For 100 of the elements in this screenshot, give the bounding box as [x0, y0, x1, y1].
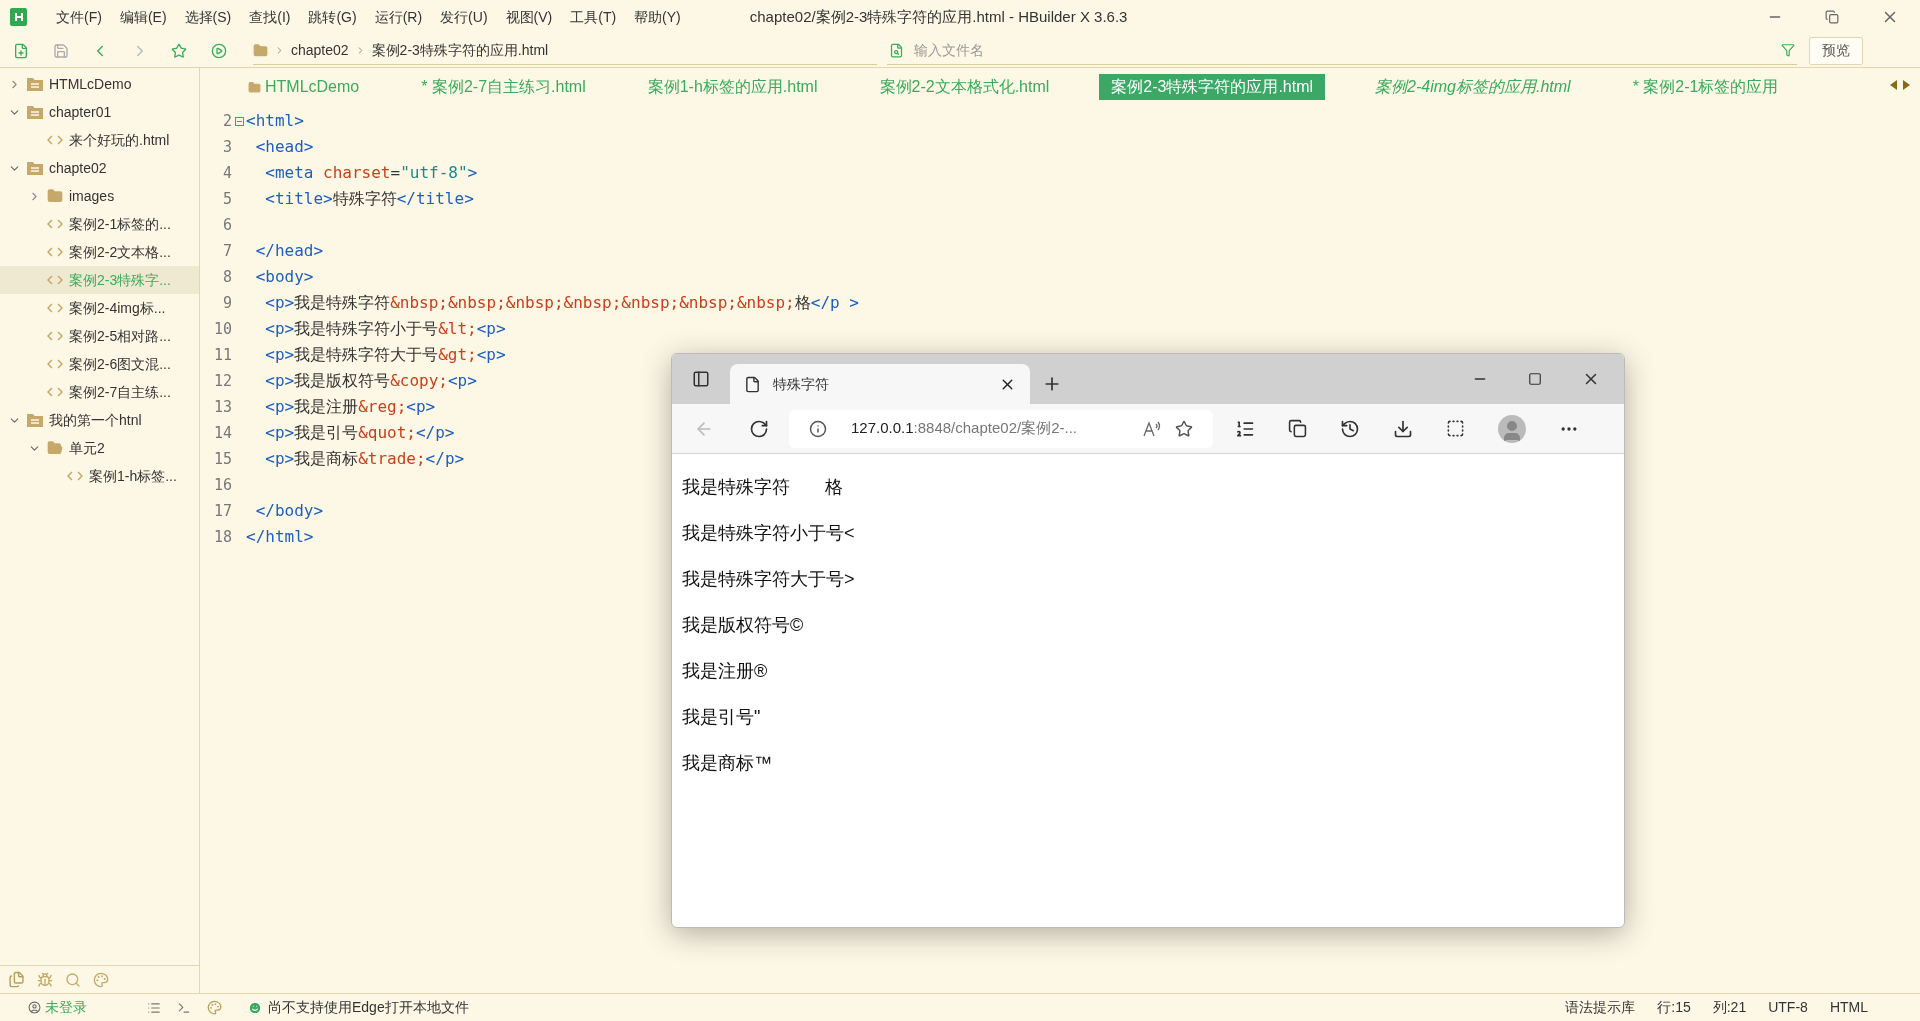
- status-item[interactable]: 语法提示库: [1565, 997, 1636, 1018]
- scroll-left-icon[interactable]: [1890, 80, 1897, 90]
- code-line: </head>: [254, 240, 324, 262]
- line-number: 6: [221, 214, 232, 236]
- page-paragraph: 我是特殊字符小于号<: [682, 522, 856, 545]
- menu-item[interactable]: 跳转(G): [299, 6, 366, 28]
- line-number: 8: [221, 266, 232, 288]
- terminal-icon[interactable]: [177, 1000, 191, 1015]
- line-number: 15: [212, 448, 232, 470]
- code-line: </body>: [254, 500, 324, 522]
- line-number: 17: [212, 500, 232, 522]
- menu-item[interactable]: 视图(V): [496, 6, 562, 28]
- status-item[interactable]: 列:21: [1712, 997, 1747, 1018]
- browser-tab[interactable]: 特殊字符: [730, 364, 1030, 404]
- outline-icon[interactable]: [147, 1000, 161, 1015]
- palette-icon[interactable]: [207, 1000, 222, 1015]
- tree-item[interactable]: 案例2-1标签的...: [0, 210, 199, 238]
- run-icon[interactable]: [211, 42, 227, 59]
- page-paragraph: 我是版权符号©: [682, 614, 805, 637]
- app-logo-icon: [10, 8, 27, 26]
- history-icon[interactable]: [1340, 418, 1360, 439]
- window-title: chapte02/案例2-3特殊字符的应用.html - HBuilder X 3.6.3: [749, 6, 1128, 27]
- page-paragraph: 我是特殊字符 格: [682, 476, 844, 499]
- add-favorite-icon[interactable]: [1175, 419, 1193, 438]
- menu-item[interactable]: 运行(R): [365, 6, 432, 28]
- new-file-icon[interactable]: [13, 42, 29, 59]
- page-paragraph: 我是引号": [682, 706, 762, 729]
- line-number: 7: [221, 240, 232, 262]
- project-icon: [27, 77, 43, 91]
- menu-item[interactable]: 文件(F): [47, 6, 111, 28]
- palette-icon[interactable]: [93, 971, 109, 988]
- menu-item[interactable]: 工具(T): [561, 6, 626, 28]
- tree-item[interactable]: chapte02: [0, 154, 199, 182]
- files-icon[interactable]: [8, 971, 25, 988]
- tree-item[interactable]: 单元2: [0, 434, 199, 462]
- preview-button[interactable]: 预览: [1809, 36, 1863, 65]
- restore-icon[interactable]: [1825, 10, 1839, 24]
- line-number: 9: [221, 292, 232, 314]
- maximize-icon[interactable]: [1528, 372, 1542, 386]
- page-paragraph: 我是特殊字符大于号>: [682, 568, 856, 591]
- status-item[interactable]: UTF-8: [1768, 997, 1808, 1018]
- file-search-field[interactable]: 输入文件名: [914, 39, 1771, 61]
- fold-icon[interactable]: [234, 116, 244, 126]
- page-icon: [744, 375, 761, 393]
- tree-item[interactable]: 案例2-5相对路...: [0, 322, 199, 350]
- code-line: <head>: [254, 136, 314, 158]
- code-file-icon: [47, 359, 63, 369]
- code-line: <p>我是引号&quot;</p>: [264, 422, 455, 444]
- tree-item[interactable]: 来个好玩的.html: [0, 126, 199, 154]
- project-icon: [27, 105, 43, 119]
- tree-item[interactable]: images: [0, 182, 199, 210]
- code-file-icon: [47, 387, 63, 397]
- line-number: 4: [221, 162, 232, 184]
- smile-icon: [248, 1000, 262, 1015]
- tree-item[interactable]: 我的第一个htnl: [0, 406, 199, 434]
- screenshot-icon[interactable]: [1446, 419, 1465, 438]
- line-number: 10: [212, 318, 232, 340]
- tree-item[interactable]: 案例2-6图文混...: [0, 350, 199, 378]
- folder-icon: [47, 188, 63, 204]
- folder-icon: [253, 42, 268, 58]
- file-search-icon: [889, 42, 904, 58]
- menu-item[interactable]: 选择(S): [175, 6, 241, 28]
- project-icon: [27, 161, 43, 175]
- tree-item[interactable]: 案例2-7自主练...: [0, 378, 199, 406]
- menu-item[interactable]: 发行(U): [431, 6, 497, 28]
- tree-item[interactable]: 案例1-h标签...: [0, 462, 199, 490]
- tree-item[interactable]: HTMLcDemo: [0, 70, 199, 98]
- menu-item[interactable]: 编辑(E): [110, 6, 176, 28]
- menu-item[interactable]: 查找(I): [240, 6, 300, 28]
- status-item[interactable]: HTML: [1829, 997, 1868, 1018]
- tree-item[interactable]: 案例2-2文本格...: [0, 238, 199, 266]
- line-number: 3: [221, 136, 232, 158]
- star-icon[interactable]: [171, 42, 187, 59]
- breadcrumb-item[interactable]: chapte02: [291, 39, 349, 61]
- code-file-icon: [47, 135, 63, 145]
- download-icon[interactable]: [1393, 418, 1413, 439]
- search-icon[interactable]: [65, 971, 81, 988]
- menu-item[interactable]: 帮助(Y): [625, 6, 690, 28]
- code-line: <p>我是特殊字符&nbsp;&nbsp;&nbsp;&nbsp;&nbsp;&nbsp;&nbsp;格</p >: [264, 292, 859, 314]
- code-line: <body>: [254, 266, 314, 288]
- line-number: 18: [212, 526, 232, 548]
- save-icon[interactable]: [53, 42, 69, 59]
- status-item[interactable]: 行:15: [1657, 997, 1691, 1018]
- page-paragraph: 我是商标™: [682, 752, 773, 775]
- profile-avatar-icon[interactable]: [1498, 414, 1526, 443]
- sidebar-toggle-icon[interactable]: [692, 370, 710, 388]
- filter-icon[interactable]: [1781, 43, 1795, 57]
- read-aloud-icon[interactable]: [1143, 419, 1161, 438]
- tree-item[interactable]: 案例2-4img标...: [0, 294, 199, 322]
- code-file-icon: [47, 247, 63, 257]
- scroll-right-icon[interactable]: [1903, 80, 1910, 90]
- code-file-icon: [47, 219, 63, 229]
- open-folder-icon: [47, 440, 63, 456]
- bug-icon[interactable]: [37, 971, 53, 988]
- reload-icon[interactable]: [749, 418, 769, 439]
- code-file-icon: [47, 275, 63, 285]
- status-message: 尚不支持使用Edge打开本地文件: [268, 998, 469, 1017]
- address-bar[interactable]: 127.0.0.1:8848/chapte02/案例2-...: [789, 409, 1213, 448]
- tree-item[interactable]: chapter01: [0, 98, 199, 126]
- breadcrumb-item[interactable]: 案例2-3特殊字符的应用.html: [371, 39, 549, 61]
